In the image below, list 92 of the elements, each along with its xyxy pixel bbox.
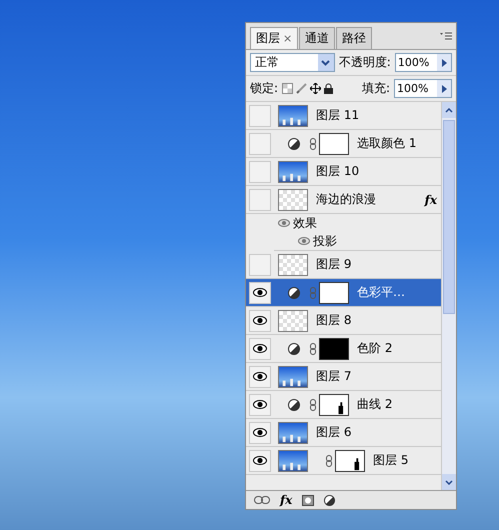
panel-tab[interactable]: 通道: [299, 27, 336, 49]
layer-name: 图层 9: [316, 256, 352, 273]
eye-icon: [253, 316, 267, 325]
layer-thumbnail: [278, 450, 308, 472]
layer-name: 图层 6: [316, 424, 352, 441]
visibility-toggle[interactable]: [249, 282, 271, 304]
eye-icon: [253, 344, 267, 353]
layer-name: 图层 7: [316, 368, 352, 385]
layer-row[interactable]: 图层 5: [246, 447, 441, 475]
fx-label: fx: [424, 192, 437, 206]
mask-icon[interactable]: [302, 494, 314, 506]
checker-icon[interactable]: [282, 83, 294, 94]
layer-row[interactable]: 图层 7: [246, 363, 441, 391]
layer-name: 图层 10: [316, 163, 360, 180]
visibility-toggle[interactable]: [249, 422, 271, 444]
eye-icon[interactable]: [298, 237, 310, 245]
eye-icon: [253, 288, 267, 297]
layer-name: 色彩平…: [357, 284, 406, 301]
layer-thumbnail: [278, 310, 308, 332]
eye-icon: [253, 400, 267, 409]
panel-tab[interactable]: 图层 ×: [250, 27, 298, 49]
layer-name: 选取颜色 1: [357, 135, 418, 152]
opacity-label: 不透明度:: [338, 54, 391, 71]
layer-mask-thumbnail: [319, 282, 349, 304]
eye-icon[interactable]: [278, 219, 290, 227]
layer-row[interactable]: 图层 10: [246, 158, 441, 186]
layer-thumbnail: [278, 422, 308, 444]
visibility-toggle[interactable]: [249, 188, 271, 210]
layer-mask-thumbnail: [319, 338, 349, 360]
visibility-toggle[interactable]: [249, 104, 271, 126]
layer-name: 色阶 2: [357, 340, 394, 357]
triangle-right-icon: [442, 58, 446, 66]
blend-mode-dropdown[interactable]: 正常: [250, 53, 335, 72]
visibility-toggle[interactable]: [249, 366, 271, 388]
chevron-up-icon[interactable]: [445, 108, 453, 112]
panel-tab[interactable]: 路径: [336, 27, 372, 49]
chain-link-icon[interactable]: [310, 138, 316, 150]
eye-icon: [253, 428, 267, 437]
layer-thumbnail: [278, 104, 308, 126]
menu-icon[interactable]: [440, 32, 452, 40]
layer-thumbnail: [278, 366, 308, 388]
lock-label: 锁定:: [250, 80, 278, 97]
layer-row[interactable]: 曲线 2: [246, 391, 441, 419]
layer-row[interactable]: 选取颜色 1: [246, 130, 441, 158]
visibility-toggle[interactable]: [249, 254, 271, 276]
layer-row[interactable]: 图层 6: [246, 419, 441, 447]
opacity-field[interactable]: 100%: [394, 53, 452, 72]
eye-icon: [253, 372, 267, 381]
layer-mask-thumbnail: [319, 132, 349, 154]
layer-name: 海边的浪漫: [316, 191, 377, 208]
brush-icon[interactable]: [296, 83, 308, 94]
lock-icon[interactable]: [324, 83, 334, 94]
scrollbar[interactable]: [441, 102, 456, 490]
effect-name: 效果: [293, 214, 317, 232]
link-icon[interactable]: [254, 496, 270, 504]
layer-thumbnail: [278, 160, 308, 182]
visibility-toggle[interactable]: [249, 450, 271, 472]
half-circle-icon: [288, 138, 300, 150]
effect-name: 投影: [313, 232, 337, 250]
layer-row[interactable]: 色彩平…: [246, 279, 441, 307]
visibility-toggle[interactable]: [249, 132, 271, 154]
layer-thumbnail: [278, 188, 308, 210]
layer-name: 图层 5: [373, 452, 410, 469]
add-style-button[interactable]: fx: [280, 493, 292, 507]
layer-mask-thumbnail: [319, 394, 349, 416]
visibility-toggle[interactable]: [249, 394, 271, 416]
chevron-down-icon: [321, 60, 330, 66]
chain-link-icon[interactable]: [310, 398, 316, 410]
fill-label: 填充:: [362, 80, 390, 97]
layer-row[interactable]: 海边的浪漫 fx: [246, 186, 441, 214]
layer-name: 曲线 2: [357, 396, 394, 413]
triangle-right-icon: [442, 84, 446, 92]
layer-row[interactable]: 图层 11: [246, 102, 441, 130]
layer-name: 图层 11: [316, 107, 360, 124]
chevron-down-icon[interactable]: [445, 480, 453, 484]
layer-mask-thumbnail: [335, 450, 365, 472]
half-circle-icon[interactable]: [324, 494, 336, 506]
half-circle-icon: [288, 342, 300, 354]
move-icon[interactable]: [310, 83, 322, 94]
visibility-toggle[interactable]: [249, 160, 271, 182]
eye-icon: [253, 456, 267, 465]
layer-row[interactable]: 色阶 2: [246, 335, 441, 363]
chain-link-icon[interactable]: [310, 342, 316, 354]
layer-name: 图层 8: [316, 312, 352, 329]
chain-link-icon[interactable]: [326, 454, 332, 466]
visibility-toggle[interactable]: [249, 338, 271, 360]
half-circle-icon: [288, 398, 300, 410]
fill-field[interactable]: 100%: [394, 79, 452, 98]
layer-row[interactable]: 图层 8: [246, 307, 441, 335]
layer-thumbnail: [278, 254, 308, 276]
half-circle-icon: [288, 286, 300, 298]
visibility-toggle[interactable]: [249, 310, 271, 332]
